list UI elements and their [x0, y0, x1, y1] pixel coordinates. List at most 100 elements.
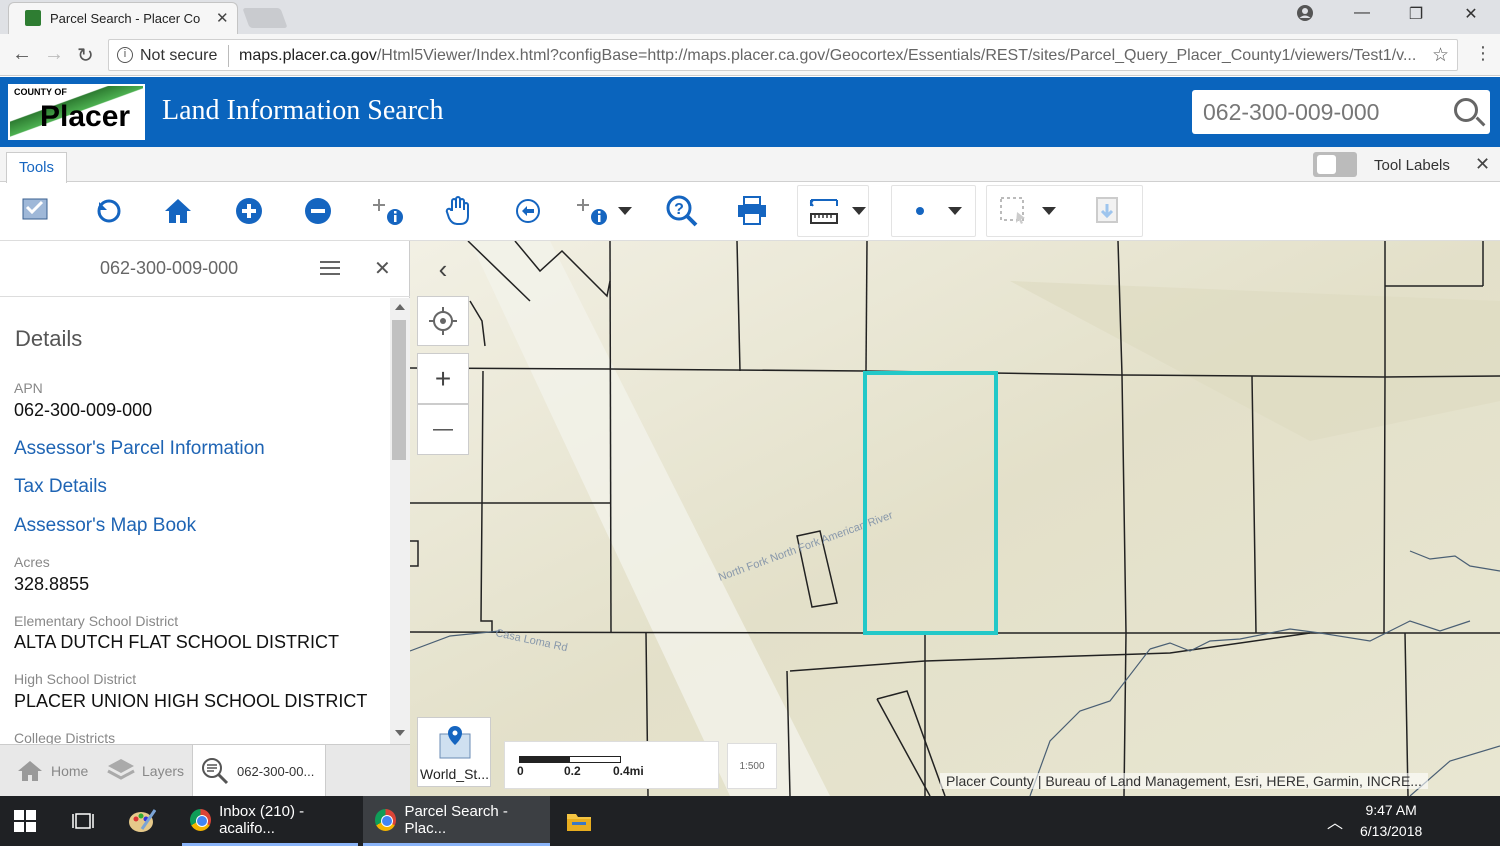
chevron-down-icon[interactable] — [618, 207, 632, 215]
browser-tab[interactable]: Parcel Search - Placer Co ✕ — [8, 2, 238, 34]
elementary-district-value: ALTA DUTCH FLAT SCHOOL DISTRICT — [14, 632, 340, 652]
system-clock[interactable]: 9:47 AM 6/13/2018 — [1360, 800, 1422, 842]
scroll-down-icon[interactable] — [395, 730, 405, 736]
identify-icon[interactable] — [371, 193, 407, 229]
details-content: Details APN 062-300-009-000 Assessor's P… — [0, 298, 390, 744]
help-icon[interactable]: ? — [664, 193, 700, 229]
minimize-icon[interactable]: — — [1342, 4, 1382, 22]
logo-county-text: COUNTY OF — [14, 87, 67, 97]
chrome-icon — [190, 808, 212, 831]
tab-tools[interactable]: Tools — [6, 152, 67, 183]
export-icon[interactable] — [1089, 193, 1125, 229]
tab-layers-label: Layers — [142, 763, 185, 779]
toolbar-close-icon[interactable]: ✕ — [1475, 154, 1490, 175]
panel-scrollbar[interactable] — [390, 298, 410, 744]
acres-value: 328.8855 — [14, 574, 90, 594]
app-title: Land Information Search — [162, 95, 444, 126]
taskbar-inbox[interactable]: Inbox (210) - acalifo... — [182, 796, 358, 846]
assessor-map-book-link[interactable]: Assessor's Map Book — [14, 515, 196, 537]
divider — [228, 45, 229, 67]
windows-start-icon[interactable] — [14, 796, 44, 846]
search-icon[interactable] — [1454, 98, 1478, 122]
pan-icon[interactable] — [440, 193, 476, 229]
clock-time: 9:47 AM — [1365, 802, 1417, 818]
map-zoom-in-button[interactable]: + — [417, 353, 469, 404]
restore-icon[interactable]: ❐ — [1396, 4, 1436, 24]
paint-app-icon[interactable] — [128, 796, 160, 846]
profile-icon[interactable] — [1285, 4, 1325, 27]
measure-icon[interactable] — [806, 193, 842, 229]
map-canvas[interactable]: North Fork North Fork American River Cas… — [410, 241, 1500, 796]
scroll-thumb[interactable] — [392, 320, 406, 460]
url-host: maps.placer.ca.gov — [239, 47, 377, 64]
tab-home-label: Home — [51, 763, 89, 779]
scale-input-button[interactable]: 1:500 — [727, 743, 777, 789]
print-icon[interactable] — [734, 193, 770, 229]
panel-bottom-tabs: Home Layers 062-300-00... — [0, 744, 410, 797]
task-view-icon[interactable] — [72, 796, 98, 846]
list-menu-icon[interactable] — [320, 261, 340, 279]
taskbar-parcel-search[interactable]: Parcel Search - Plac... — [363, 796, 550, 846]
file-explorer-icon[interactable] — [566, 796, 594, 846]
tab-search-results-label: 062-300-00... — [237, 764, 315, 779]
map-view[interactable]: North Fork North Fork American River Cas… — [410, 241, 1500, 796]
bookmark-star-icon[interactable]: ☆ — [1432, 44, 1449, 67]
tab-home[interactable]: Home — [0, 745, 98, 797]
tool-labels-toggle[interactable] — [1313, 152, 1357, 177]
tool-labels-label: Tool Labels — [1374, 157, 1450, 174]
chevron-up-icon[interactable]: ︿ — [1327, 796, 1347, 846]
assessor-parcel-info-link[interactable]: Assessor's Parcel Information — [14, 438, 265, 460]
info-icon[interactable]: i — [117, 47, 133, 63]
tab-close-icon[interactable]: ✕ — [216, 9, 229, 27]
previous-extent-icon[interactable] — [510, 193, 546, 229]
basemap-label: World_St... — [420, 766, 489, 782]
taskbar-inbox-label: Inbox (210) - acalifo... — [219, 802, 305, 837]
scroll-up-icon[interactable] — [395, 304, 405, 310]
search-input[interactable]: 062-300-009-000 — [1192, 90, 1490, 134]
home-icon[interactable] — [160, 193, 196, 229]
scale-bar: 0 0.2 0.4mi — [504, 741, 719, 789]
url-input[interactable]: i Not secure maps.placer.ca.gov/Html5Vie… — [108, 39, 1458, 71]
basemap-switcher[interactable]: World_St... — [417, 717, 491, 787]
windows-taskbar: Inbox (210) - acalifo... Parcel Search -… — [0, 796, 1500, 846]
identify-dropdown-icon[interactable] — [575, 193, 611, 229]
browser-tab-strip: Parcel Search - Placer Co ✕ — ❐ ✕ — [0, 0, 1500, 34]
tab-layers[interactable]: Layers — [98, 745, 192, 797]
zoom-in-icon[interactable] — [231, 193, 267, 229]
high-school-district-label: High School District — [14, 671, 137, 687]
logo-name: Placer — [40, 100, 131, 133]
back-icon[interactable]: ← — [12, 43, 32, 66]
tab-search-results[interactable]: 062-300-00... — [192, 745, 326, 797]
tax-details-link[interactable]: Tax Details — [14, 476, 107, 498]
forward-icon[interactable]: → — [44, 43, 64, 66]
new-tab-button[interactable] — [242, 8, 288, 28]
site-favicon-icon — [25, 10, 41, 26]
browser-menu-icon[interactable]: ⋮ — [1474, 43, 1492, 64]
map-info-icon[interactable] — [17, 191, 53, 227]
home-icon — [18, 761, 42, 781]
apn-label: APN — [14, 380, 43, 396]
panel-header: 062-300-009-000 ✕ — [0, 241, 410, 297]
search-value: 062-300-009-000 — [1203, 99, 1380, 125]
select-icon[interactable] — [996, 193, 1032, 229]
draw-point-icon[interactable] — [902, 193, 938, 229]
reload-icon[interactable]: ↻ — [77, 43, 94, 68]
refresh-icon[interactable] — [91, 193, 127, 229]
high-school-district-value: PLACER UNION HIGH SCHOOL DISTRICT — [14, 691, 368, 711]
county-logo: COUNTY OF Placer — [8, 84, 145, 140]
panel-close-icon[interactable]: ✕ — [374, 256, 391, 281]
collapse-panel-button[interactable]: ‹ — [417, 251, 469, 288]
panel-title: 062-300-009-000 — [100, 258, 239, 278]
chevron-down-icon[interactable] — [852, 207, 866, 215]
layers-icon — [107, 759, 135, 780]
chevron-down-icon[interactable] — [948, 207, 962, 215]
my-location-button[interactable] — [417, 296, 469, 346]
chevron-down-icon[interactable] — [1042, 207, 1056, 215]
window-close-icon[interactable]: ✕ — [1451, 4, 1491, 24]
scale-bar-graphic — [519, 756, 621, 763]
elementary-district-label: Elementary School District — [14, 613, 179, 629]
svg-text:?: ? — [674, 201, 684, 218]
zoom-out-icon[interactable] — [300, 193, 336, 229]
tab-title: Parcel Search - Placer Co — [50, 11, 201, 26]
map-zoom-out-button[interactable]: — — [417, 404, 469, 455]
